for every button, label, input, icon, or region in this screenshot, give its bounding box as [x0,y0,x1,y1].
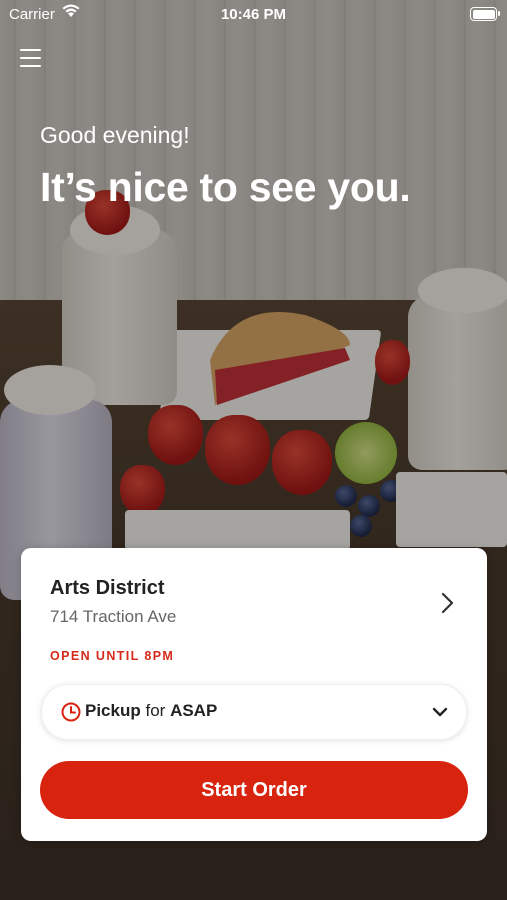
chevron-down-icon [432,707,448,717]
start-order-button[interactable]: Start Order [40,761,468,819]
battery-icon [470,7,500,21]
location-address: 714 Traction Ave [50,607,177,626]
order-time: ASAP [170,701,218,720]
order-mode-selector[interactable]: Pickup for ASAP [41,684,467,740]
headline-text: It’s nice to see you. [40,164,411,210]
chevron-right-icon[interactable] [435,591,459,615]
location-name: Arts District [50,577,165,599]
status-bar: Carrier 10:46 PM [0,0,507,30]
order-method: Pickup [85,701,141,720]
order-connector: for [145,701,166,720]
greeting-text: Good evening! [40,122,190,148]
location-card: Arts District 714 Traction Ave OPEN UNTI… [21,548,487,841]
clock-time: 10:46 PM [220,6,287,23]
order-mode-text: Pickup for ASAP [85,701,217,721]
menu-icon[interactable] [20,49,41,67]
clock-icon [61,702,81,722]
hours-status: OPEN UNTIL 8PM [50,649,175,663]
